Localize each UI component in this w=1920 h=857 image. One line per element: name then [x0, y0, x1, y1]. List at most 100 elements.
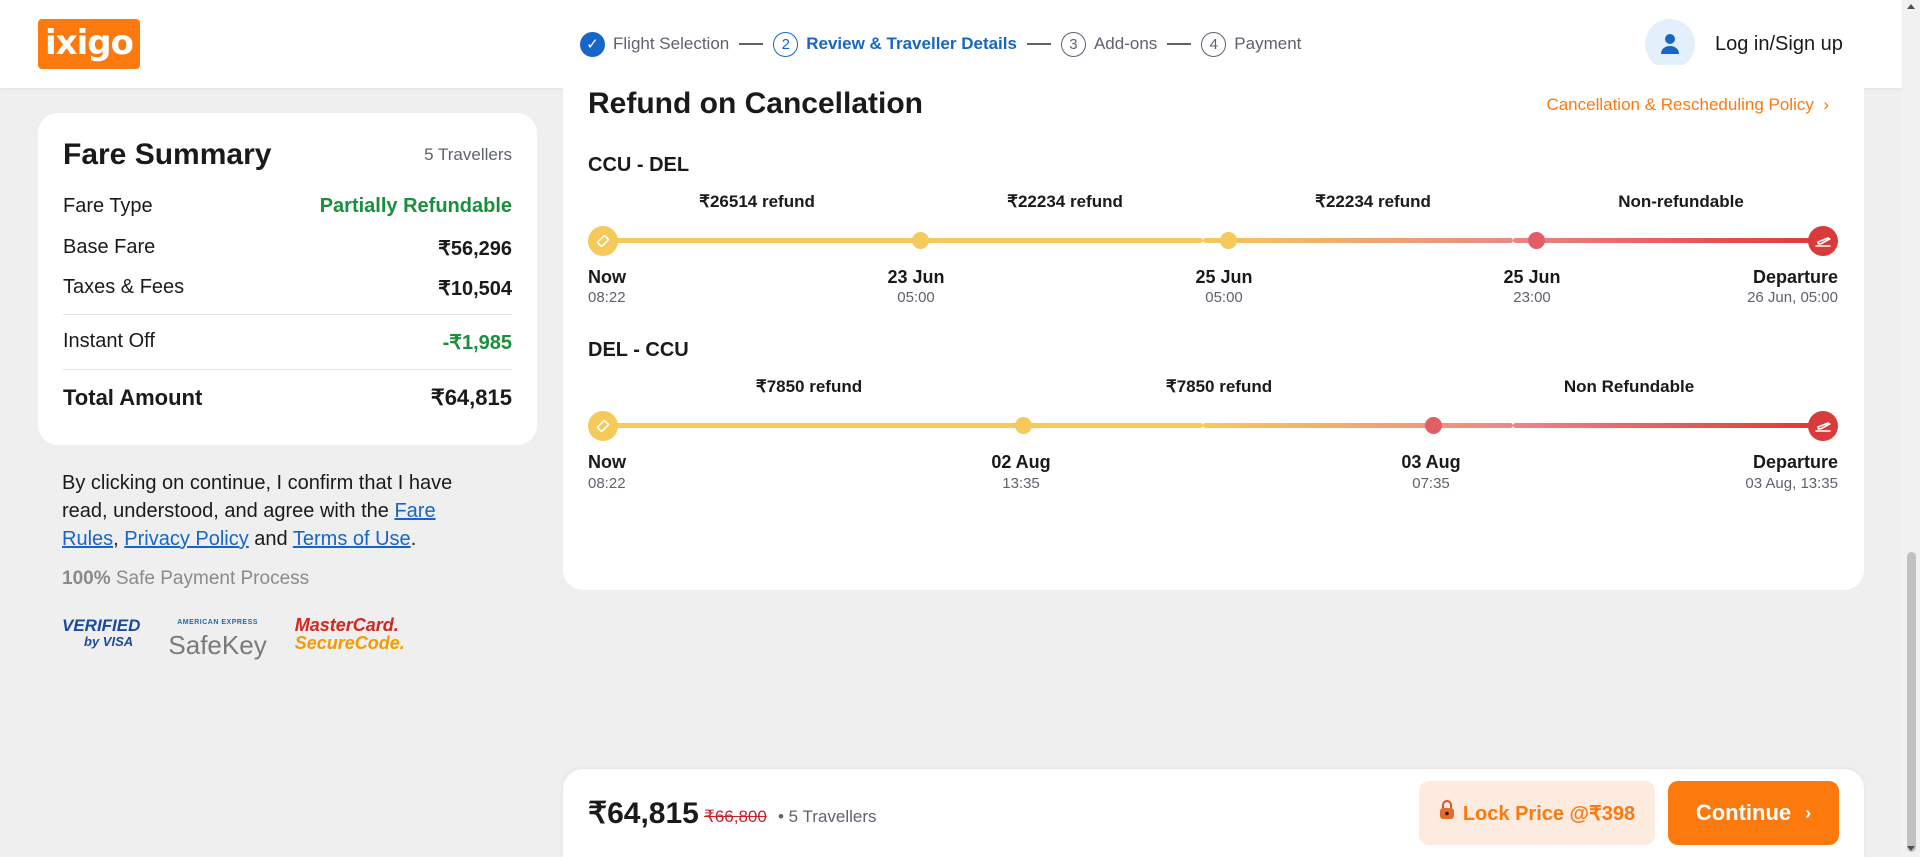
segment-refund-label: ₹22234 refund: [1315, 192, 1431, 211]
scroll-down-arrow-icon[interactable]: [1907, 846, 1915, 851]
tick-sub: 13:35: [1002, 475, 1040, 492]
segment-refund-label: ₹7850 refund: [755, 377, 863, 396]
fare-summary-card: Fare Summary 5 Travellers Fare Type Part…: [38, 113, 537, 445]
continue-label: Continue: [1695, 800, 1792, 825]
payment-security-badges: VERIFIED by VISA AMERICAN EXPRESS SafeKe…: [62, 612, 405, 658]
instant-off-row: Instant Off -₹1,985: [63, 330, 512, 355]
tick-sub: 05:00: [897, 289, 935, 306]
cancellation-policy-link[interactable]: Cancellation & Rescheduling Policy ›: [1546, 95, 1829, 115]
timeline-dot: [912, 232, 929, 249]
timeline-dot: [1528, 232, 1545, 249]
tick-sub: 26 Jun, 05:00: [1747, 289, 1838, 306]
segment-refund-label: ₹7850 refund: [1165, 377, 1273, 396]
fare-travellers-count: 5 Travellers: [424, 145, 512, 164]
mc-line-1: MasterCard.: [294, 615, 399, 635]
timeline-track: [1203, 238, 1513, 243]
total-label: Total Amount: [63, 385, 203, 410]
chevron-right-icon: ›: [1818, 95, 1829, 114]
safe-payment-note: 100% Safe Payment Process: [62, 568, 309, 590]
verified-by-visa-logo: VERIFIED by VISA: [62, 616, 141, 650]
tick-sub: 08:22: [588, 289, 626, 306]
route-ccu-del: CCU - DEL: [588, 154, 690, 176]
mc-line-2: SecureCode.: [294, 633, 405, 653]
page-scrollbar[interactable]: [1902, 0, 1920, 857]
amex-safekey-logo: AMERICAN EXPRESS SafeKey: [168, 612, 266, 658]
login-label: Log in/Sign up: [1715, 32, 1843, 55]
safe-percent: 100%: [62, 568, 111, 589]
tick-sub: 23:00: [1513, 289, 1551, 306]
original-price: ₹66,800: [704, 807, 767, 826]
tick-label: Now: [588, 452, 626, 472]
login-signup-button[interactable]: Log in/Sign up: [1645, 19, 1843, 69]
segment-refund-label: ₹22234 refund: [1007, 192, 1123, 211]
ticket-icon: [588, 411, 618, 441]
tick-label: 03 Aug: [1401, 452, 1461, 472]
lock-price-button[interactable]: Lock Price @₹398: [1419, 781, 1655, 845]
timeline-track: [603, 238, 1203, 243]
scroll-up-arrow-icon[interactable]: [1907, 4, 1915, 9]
timeline-track: [1513, 423, 1823, 428]
taxes-row: Taxes & Fees ₹10,504: [63, 276, 512, 301]
segment-refund-label: ₹26514 refund: [699, 192, 815, 211]
tick-sub: 08:22: [588, 475, 626, 492]
fare-type-value: Partially Refundable: [319, 195, 512, 217]
visa-line-2: by VISA: [84, 634, 134, 649]
step-label: Payment: [1234, 34, 1302, 53]
instant-off-label: Instant Off: [63, 330, 155, 352]
refund-timeline-del-ccu: [588, 409, 1838, 441]
user-icon: [1645, 19, 1695, 69]
step-number: 2: [773, 31, 799, 57]
segment-refund-label: Non Refundable: [1563, 377, 1695, 396]
taxes-value: ₹10,504: [438, 278, 512, 300]
step-number: 3: [1060, 31, 1086, 57]
continue-button[interactable]: Continue ›: [1668, 781, 1839, 845]
step-label: Flight Selection: [613, 34, 730, 53]
tick-label: Now: [588, 267, 626, 287]
terms-confirmation: By clicking on continue, I confirm that …: [62, 469, 492, 553]
tick-label: 02 Aug: [991, 452, 1051, 472]
privacy-policy-link[interactable]: Privacy Policy: [124, 528, 248, 550]
base-fare-label: Base Fare: [63, 236, 156, 258]
step-addons[interactable]: 3 Add-ons: [1060, 31, 1158, 57]
tick-sub: 05:00: [1205, 289, 1243, 306]
step-flight-selection[interactable]: ✓ Flight Selection: [580, 31, 730, 57]
tick-label: Departure: [1752, 267, 1838, 287]
step-payment[interactable]: 4 Payment: [1201, 31, 1302, 57]
ixigo-logo[interactable]: ixigo: [38, 19, 140, 69]
mastercard-securecode-logo: MasterCard. SecureCode.: [295, 616, 405, 652]
confirm-separator: ,: [113, 528, 125, 550]
refund-on-cancellation-card: Refund on Cancellation Cancellation & Re…: [563, 65, 1864, 590]
fare-type-label: Fare Type: [63, 195, 153, 217]
step-review-traveller[interactable]: 2 Review & Traveller Details: [773, 31, 1017, 57]
timeline-track: [1203, 423, 1513, 428]
refund-timeline-ccu-del: [588, 224, 1838, 256]
safe-text: Safe Payment Process: [110, 568, 310, 589]
total-amount-row: Total Amount ₹64,815: [63, 385, 512, 411]
booking-stepper: ✓ Flight Selection 2 Review & Traveller …: [580, 30, 1301, 58]
chevron-right-icon: ›: [1805, 802, 1812, 823]
terms-of-use-link[interactable]: Terms of Use: [293, 528, 411, 550]
fare-divider: [63, 314, 512, 315]
tick-label: 23 Jun: [887, 267, 945, 287]
scrollbar-thumb[interactable]: [1907, 552, 1916, 852]
airplane-departure-icon: [1808, 226, 1838, 256]
fare-summary-title: Fare Summary: [63, 138, 272, 171]
lock-icon: [1439, 800, 1455, 826]
taxes-label: Taxes & Fees: [63, 276, 185, 298]
bottom-price-bar: ₹64,815 ₹66,800 • 5 Travellers Lock Pric…: [563, 769, 1864, 857]
segment-refund-label: Non-refundable: [1618, 192, 1744, 211]
lock-price-label: Lock Price @₹398: [1462, 802, 1636, 825]
tick-sub: 03 Aug, 13:35: [1745, 475, 1838, 492]
confirm-end: .: [410, 528, 417, 550]
tick-label: 25 Jun: [1503, 267, 1561, 287]
total-value: ₹64,815: [430, 385, 512, 410]
amex-main: SafeKey: [168, 630, 267, 660]
ticket-icon: [588, 226, 618, 256]
tick-label: 25 Jun: [1195, 267, 1253, 287]
tick-sub: 07:35: [1412, 475, 1450, 492]
tick-label: Departure: [1752, 452, 1838, 472]
timeline-track: [1513, 238, 1823, 243]
timeline-dot: [1015, 417, 1032, 434]
step-label: Add-ons: [1093, 34, 1158, 53]
visa-line-1: VERIFIED: [62, 616, 141, 635]
